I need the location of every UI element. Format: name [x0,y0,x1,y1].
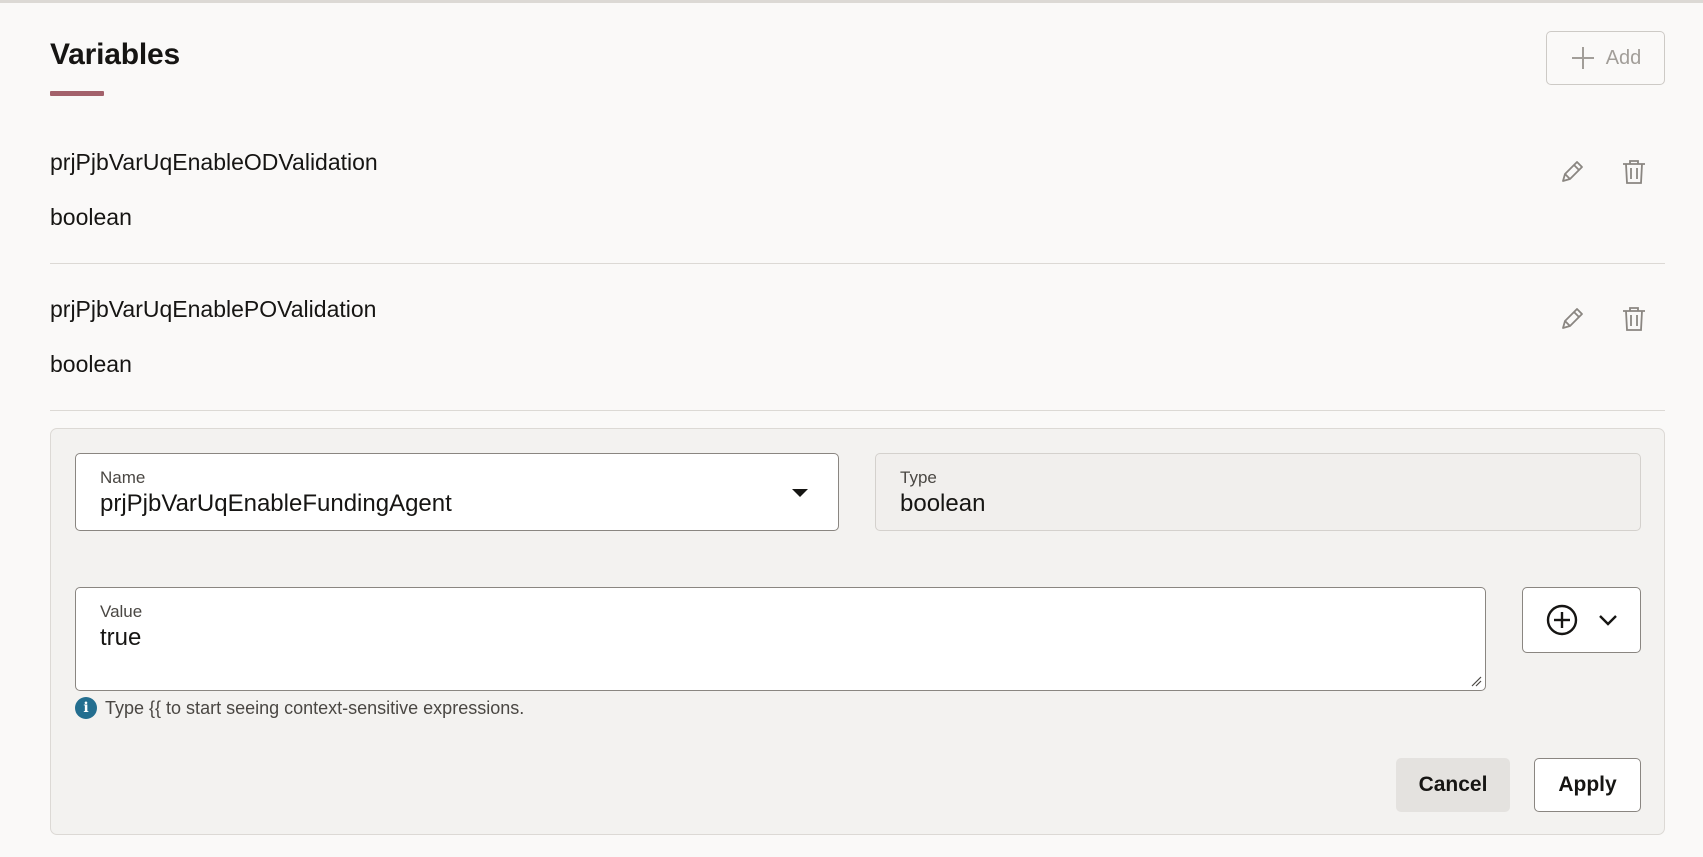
add-button[interactable]: Add [1546,31,1665,85]
plus-icon [1571,47,1594,69]
type-field-label: Type [900,468,937,487]
add-button-label: Add [1605,46,1642,69]
page-title: Variables [50,38,180,71]
name-field-value: prjPjbVarUqEnableFundingAgent [100,490,452,517]
value-field-label: Value [100,602,143,621]
variable-row: prjPjbVarUqEnableODValidation boolean [50,117,1665,264]
insert-expression-button[interactable] [1522,587,1641,653]
caret-down-icon[interactable] [792,489,808,497]
value-field-value: true [100,624,142,651]
trash-icon [1623,307,1645,331]
pencil-icon [1562,308,1583,329]
variable-name: prjPjbVarUqEnableODValidation [50,149,378,175]
variable-type: boolean [50,204,132,230]
resize-handle-icon[interactable] [1470,675,1482,687]
name-field-label: Name [100,468,146,487]
hint-text: Type {{ to start seeing context-sensitiv… [105,697,525,718]
info-icon: i [75,697,97,719]
trash-icon [1623,160,1645,184]
name-select[interactable]: Name prjPjbVarUqEnableFundingAgent [75,453,839,531]
delete-button[interactable] [1619,304,1649,334]
value-textarea[interactable]: Value true [75,587,1486,691]
variable-row: prjPjbVarUqEnablePOValidation boolean [50,264,1665,411]
edit-button[interactable] [1557,157,1587,187]
add-circle-icon [1546,604,1577,636]
title-underline [50,91,104,96]
type-field: Type boolean [875,453,1641,531]
edit-button[interactable] [1557,304,1587,334]
variable-name: prjPjbVarUqEnablePOValidation [50,296,377,322]
chevron-down-icon [1598,615,1617,626]
cancel-button[interactable]: Cancel [1396,758,1510,812]
pencil-icon [1562,161,1583,182]
delete-button[interactable] [1619,157,1649,187]
variable-type: boolean [50,351,132,377]
apply-button[interactable]: Apply [1534,758,1641,812]
variable-edit-panel: Name prjPjbVarUqEnableFundingAgent Type … [50,428,1665,835]
variables-page: Variables Add prjPjbVarUqEnableODValidat… [0,3,1703,857]
type-field-value: boolean [900,490,986,517]
expression-hint: i Type {{ to start seeing context-sensit… [75,697,524,719]
